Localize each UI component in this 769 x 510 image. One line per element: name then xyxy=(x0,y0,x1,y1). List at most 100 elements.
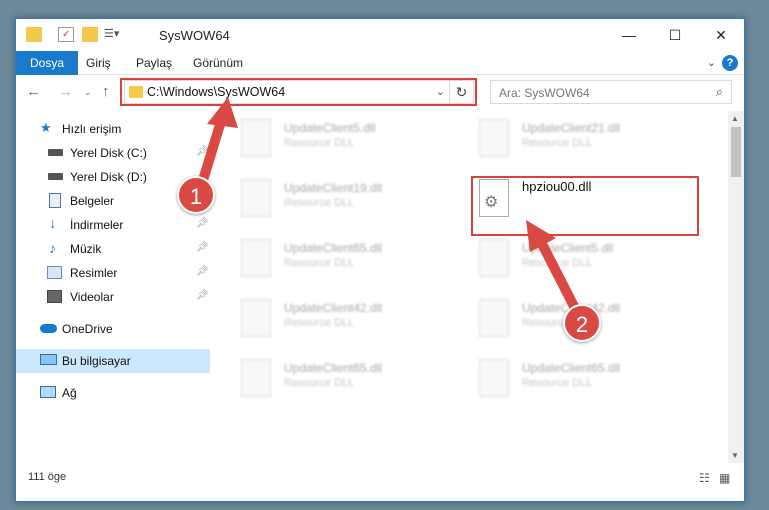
list-item[interactable]: UpdateClient42.dll Resource DLL xyxy=(221,291,441,341)
tab-view[interactable]: Görünüm xyxy=(179,51,257,75)
sidebar-item-label: Hızlı erişim xyxy=(62,122,122,136)
dll-file-icon xyxy=(479,359,509,397)
tab-home[interactable]: Giriş xyxy=(72,51,125,75)
maximize-button[interactable]: ☐ xyxy=(652,19,698,51)
scroll-down-icon[interactable]: ▼ xyxy=(731,451,739,460)
new-folder-icon[interactable] xyxy=(82,27,98,42)
list-item[interactable]: UpdateClient21.dll Resource DLL xyxy=(459,111,679,161)
sidebar-item-pictures[interactable]: Resimler 📌︎ xyxy=(16,261,210,285)
file-name: UpdateClient19.dll xyxy=(284,181,383,195)
close-button[interactable]: ✕ xyxy=(698,19,744,51)
forward-arrow-icon[interactable]: → xyxy=(58,83,73,100)
file-name: UpdateClient65.dll xyxy=(522,361,621,375)
file-name: UpdateClient5.dll xyxy=(284,121,376,135)
list-item[interactable]: UpdateClient65.dll Resource DLL xyxy=(459,351,679,401)
file-type: Resource DLL xyxy=(522,377,593,389)
sidebar-item-onedrive[interactable]: OneDrive xyxy=(16,317,210,341)
scroll-thumb[interactable] xyxy=(731,127,741,177)
videos-icon xyxy=(47,290,62,303)
list-item[interactable]: UpdateClient5.dll Resource DLL xyxy=(221,111,441,161)
sidebar-item-this-pc[interactable]: Bu bilgisayar xyxy=(16,349,210,373)
sidebar-item-quick-access[interactable]: ★ Hızlı erişim xyxy=(16,117,210,141)
sidebar-item-label: Videolar xyxy=(70,290,114,304)
sidebar-item-downloads[interactable]: ↓ İndirmeler 📌︎ xyxy=(16,213,210,237)
dll-file-icon xyxy=(241,239,271,277)
file-name: UpdateClient65.dll xyxy=(284,241,383,255)
star-icon: ★ xyxy=(40,120,52,135)
sidebar-item-network[interactable]: Ağ xyxy=(16,381,210,405)
recent-locations-icon[interactable]: ⌄ xyxy=(84,87,92,98)
callout-badge-1: 1 xyxy=(177,176,215,214)
pin-icon: 📌︎ xyxy=(196,242,209,253)
pin-icon: 📌︎ xyxy=(196,266,209,277)
file-name: UpdateClient5.dll xyxy=(522,241,614,255)
help-icon[interactable]: ? xyxy=(722,55,738,71)
back-arrow-icon[interactable]: ← xyxy=(26,83,41,100)
search-input[interactable]: Ara: SysWOW64 ⌕ xyxy=(490,80,732,104)
dll-file-icon xyxy=(241,119,271,157)
item-count: 111 öge xyxy=(28,471,67,483)
pin-icon: 📌︎ xyxy=(196,290,209,301)
drive-icon xyxy=(48,149,63,156)
file-list: UpdateClient5.dll Resource DLL UpdateCli… xyxy=(221,111,727,461)
file-name: UpdateClient65.dll xyxy=(284,361,383,375)
download-icon: ↓ xyxy=(49,215,57,232)
properties-icon[interactable]: ✓ xyxy=(58,27,74,42)
scroll-up-icon[interactable]: ▲ xyxy=(731,114,739,123)
dll-file-icon xyxy=(241,359,271,397)
ribbon: Dosya Giriş Paylaş Görünüm ⌄ ? xyxy=(16,51,744,75)
vertical-scrollbar[interactable]: ▲ ▼ xyxy=(728,111,744,463)
network-icon xyxy=(40,386,56,398)
file-highlight-box xyxy=(471,176,699,236)
chevron-down-icon[interactable]: ⌄ xyxy=(707,56,716,69)
sidebar-item-label: Müzik xyxy=(70,242,102,256)
list-item[interactable]: UpdateClient65.dll Resource DLL xyxy=(221,231,441,281)
dll-file-icon xyxy=(241,299,271,337)
list-item[interactable]: UpdateClient65.dll Resource DLL xyxy=(221,351,441,401)
window-title: SysWOW64 xyxy=(159,28,230,43)
sidebar-item-label: Yerel Disk (D:) xyxy=(70,170,147,184)
status-bar: 111 öge ☷ ▦ xyxy=(16,463,744,501)
minimize-button[interactable]: — xyxy=(606,19,652,51)
computer-icon xyxy=(40,354,57,365)
file-type: Resource DLL xyxy=(522,137,593,149)
sidebar-item-label: İndirmeler xyxy=(70,218,124,232)
large-icons-view-icon[interactable]: ▦ xyxy=(719,471,730,485)
file-type: Resource DLL xyxy=(284,377,355,389)
pin-icon: 📌︎ xyxy=(196,146,209,157)
cloud-icon xyxy=(40,324,57,333)
drive-icon xyxy=(48,173,63,180)
sidebar-item-music[interactable]: ♪ Müzik 📌︎ xyxy=(16,237,210,261)
documents-icon xyxy=(49,193,61,208)
tab-file[interactable]: Dosya xyxy=(16,51,79,75)
file-type: Resource DLL xyxy=(284,257,355,269)
dll-file-icon xyxy=(241,179,271,217)
pin-icon: 📌︎ xyxy=(196,218,209,229)
sidebar-item-label: Bu bilgisayar xyxy=(62,354,131,368)
sidebar-item-videos[interactable]: Videolar 📌︎ xyxy=(16,285,210,309)
customize-quick-access-icon[interactable]: ☰▾ xyxy=(104,27,126,42)
callout-badge-2: 2 xyxy=(563,304,601,342)
search-icon[interactable]: ⌕ xyxy=(716,84,723,100)
sidebar-item-local-disk-c[interactable]: Yerel Disk (C:) 📌︎ xyxy=(16,141,210,165)
list-item[interactable]: UpdateClient19.dll Resource DLL xyxy=(221,171,441,221)
title-bar: ✓ ☰▾ SysWOW64 — ☐ ✕ xyxy=(16,19,744,51)
list-item[interactable]: UpdateClient5.dll Resource DLL xyxy=(459,231,679,281)
up-arrow-icon[interactable]: ↑ xyxy=(102,83,110,100)
sidebar-item-label: Ağ xyxy=(62,386,77,400)
music-icon: ♪ xyxy=(49,240,56,256)
navigation-pane: ★ Hızlı erişim Yerel Disk (C:) 📌︎ Yerel … xyxy=(16,111,212,461)
sidebar-item-label: OneDrive xyxy=(62,322,113,336)
file-type: Resource DLL xyxy=(284,317,355,329)
folder-icon[interactable] xyxy=(26,27,42,42)
address-highlight-box xyxy=(120,78,477,106)
details-view-icon[interactable]: ☷ xyxy=(699,471,710,485)
sidebar-item-label: Belgeler xyxy=(70,194,115,208)
pictures-icon xyxy=(47,266,62,279)
file-name: UpdateClient21.dll xyxy=(522,121,621,135)
sidebar-item-label: Resimler xyxy=(70,266,118,280)
file-type: Resource DLL xyxy=(284,137,355,149)
file-name: UpdateClient42.dll xyxy=(284,301,383,315)
search-placeholder: Ara: SysWOW64 xyxy=(499,86,590,100)
tab-share[interactable]: Paylaş xyxy=(122,51,186,75)
